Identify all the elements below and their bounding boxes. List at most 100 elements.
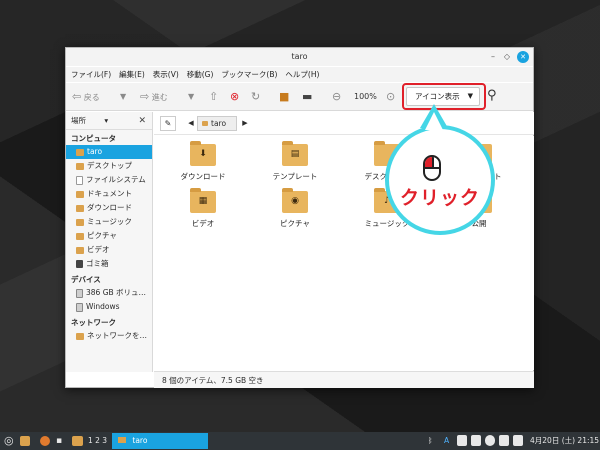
drive-icon (76, 175, 83, 185)
network-folder-icon (76, 332, 84, 340)
folder-icon (76, 218, 84, 226)
section-network: ネットワーク (71, 318, 116, 327)
close-button[interactable]: ✕ (517, 51, 529, 63)
breadcrumb-taro[interactable]: taro (197, 116, 237, 131)
clock[interactable]: 4月20日 (土) 21:15 (530, 432, 599, 450)
reload-icon: ↻ (251, 90, 261, 103)
sidebar-item-desktop[interactable]: デスクトップ (66, 159, 152, 173)
terminal-launcher-icon[interactable]: ▪ (56, 432, 62, 450)
sidebar-item-filesystem[interactable]: ファイルシステム (66, 173, 152, 187)
computer-button[interactable]: ▬ (302, 89, 312, 105)
file-item-downloads[interactable]: ⬇ ダウンロード (168, 141, 238, 182)
bluetooth-icon[interactable]: ᛒ (428, 432, 433, 450)
chevron-down-icon[interactable]: ▾ (104, 116, 108, 125)
zoom-level: 100% (354, 92, 377, 101)
video-icon: ▦ (198, 196, 208, 206)
folder-icon (76, 204, 84, 212)
maximize-button[interactable]: ◇ (501, 51, 513, 63)
trash-icon (76, 260, 83, 268)
home-button[interactable]: ■ (279, 89, 289, 105)
section-devices: デバイス (71, 275, 101, 284)
menu-view[interactable]: 表示(V) (153, 67, 179, 82)
download-icon: ⬇ (199, 149, 207, 159)
taskbar: ◎ ▪ 1 2 3 taro ᛒ A 4月20日 (土) 21:15 (0, 432, 600, 450)
home-folder-icon (76, 148, 84, 156)
crumb-scroll-left[interactable]: ◀ (186, 116, 196, 131)
folder-launcher-icon[interactable] (72, 436, 83, 446)
pencil-icon: ✎ (164, 119, 172, 128)
back-history-dropdown[interactable]: ▼ (120, 89, 126, 105)
zoom-reset-icon: ⊙ (386, 90, 396, 103)
home-folder-icon: ■ (279, 90, 290, 103)
camera-icon: ◉ (291, 196, 299, 206)
callout-bubble (385, 125, 495, 235)
zoom-out-button[interactable]: ⊖ (332, 89, 341, 105)
sidebar-item-downloads[interactable]: ダウンロード (66, 201, 152, 215)
sidebar-item-taro[interactable]: taro (66, 145, 152, 159)
sidebar: 場所 ▾ ✕ コンピュータ taro デスクトップ ファイルシステム ドキュメン… (66, 112, 153, 372)
forward-button[interactable]: ⇨ 進む (140, 89, 168, 105)
sidebar-item-windows[interactable]: Windows (66, 300, 152, 314)
back-button[interactable]: ⇦ 戻る (72, 89, 100, 105)
menu-launcher-icon[interactable]: ◎ (4, 432, 14, 450)
browser-launcher-icon[interactable] (40, 436, 50, 446)
workspace-switcher[interactable]: 1 2 3 (88, 432, 107, 450)
reload-button[interactable]: ↻ (251, 89, 260, 105)
forward-history-dropdown[interactable]: ▼ (188, 89, 194, 105)
minimize-button[interactable]: – (487, 51, 499, 63)
search-icon[interactable]: ⚲ (487, 88, 497, 103)
close-icon[interactable]: ✕ (138, 112, 146, 130)
menu-help[interactable]: ヘルプ(H) (285, 67, 319, 82)
arrow-left-icon: ⇦ (72, 90, 82, 103)
folder-icon (76, 232, 84, 240)
sidebar-item-pictures[interactable]: ピクチャ (66, 229, 152, 243)
files-launcher-icon[interactable] (20, 436, 30, 446)
menu-edit[interactable]: 編集(E) (119, 67, 145, 82)
sidebar-item-trash[interactable]: ゴミ箱 (66, 257, 152, 271)
file-item-pictures[interactable]: ◉ ピクチャ (260, 188, 330, 229)
folder-icon (118, 437, 126, 443)
template-icon: ▤ (290, 149, 300, 159)
update-icon[interactable] (471, 435, 481, 446)
status-bar: 8 個のアイテム、7.5 GB 空き (154, 371, 534, 388)
notes-icon[interactable] (457, 435, 467, 446)
up-button[interactable]: ⇧ (209, 89, 218, 105)
zoom-out-icon: ⊖ (332, 90, 342, 103)
folder-icon (76, 162, 84, 170)
callout-tail-inner (425, 112, 443, 130)
zoom-reset-button[interactable]: ⊙ (386, 89, 395, 105)
stop-button[interactable]: ⊗ (230, 89, 239, 105)
window-title: taro (291, 52, 308, 61)
home-folder-icon (202, 121, 208, 126)
sidebar-item-volume[interactable]: 386 GB ボリュ… (66, 286, 152, 300)
ime-indicator[interactable]: A (444, 432, 449, 450)
menu-file[interactable]: ファイル(F) (71, 67, 111, 82)
crumb-scroll-right[interactable]: ▶ (240, 116, 250, 131)
folder-icon (76, 246, 84, 254)
menu-bar: ファイル(F) 編集(E) 表示(V) 移動(G) ブックマーク(B) ヘルプ(… (66, 67, 533, 82)
network-icon[interactable] (499, 435, 509, 446)
toolbar: ⇦ 戻る ▼ ⇨ 進む ▼ ⇧ ⊗ ↻ ■ ▬ ⊖ 100% ⊙ アイコン表示 … (66, 83, 533, 111)
drive-icon (76, 302, 83, 312)
sidebar-item-network[interactable]: ネットワークを… (66, 329, 152, 343)
menu-bookmarks[interactable]: ブックマーク(B) (221, 67, 277, 82)
taskbar-window-taro[interactable]: taro (112, 433, 208, 449)
sidebar-item-videos[interactable]: ビデオ (66, 243, 152, 257)
arrow-right-icon: ⇨ (140, 90, 150, 103)
section-computer: コンピュータ (71, 134, 116, 143)
file-item-templates[interactable]: ▤ テンプレート (260, 141, 330, 182)
folder-icon (76, 190, 84, 198)
menu-go[interactable]: 移動(G) (187, 67, 214, 82)
monitor-icon: ▬ (302, 90, 313, 103)
file-item-videos[interactable]: ▦ ビデオ (168, 188, 238, 229)
sidebar-item-music[interactable]: ミュージック (66, 215, 152, 229)
sidebar-header[interactable]: 場所 ▾ ✕ (66, 112, 152, 130)
mouse-left-click-icon (423, 155, 441, 181)
sidebar-item-documents[interactable]: ドキュメント (66, 187, 152, 201)
title-bar[interactable]: taro – ◇ ✕ (66, 48, 533, 66)
shield-icon[interactable] (485, 435, 495, 446)
drive-icon (76, 288, 83, 298)
volume-icon[interactable] (513, 435, 523, 446)
chevron-down-icon: ▼ (467, 92, 473, 100)
edit-location-button[interactable]: ✎ (160, 116, 176, 131)
